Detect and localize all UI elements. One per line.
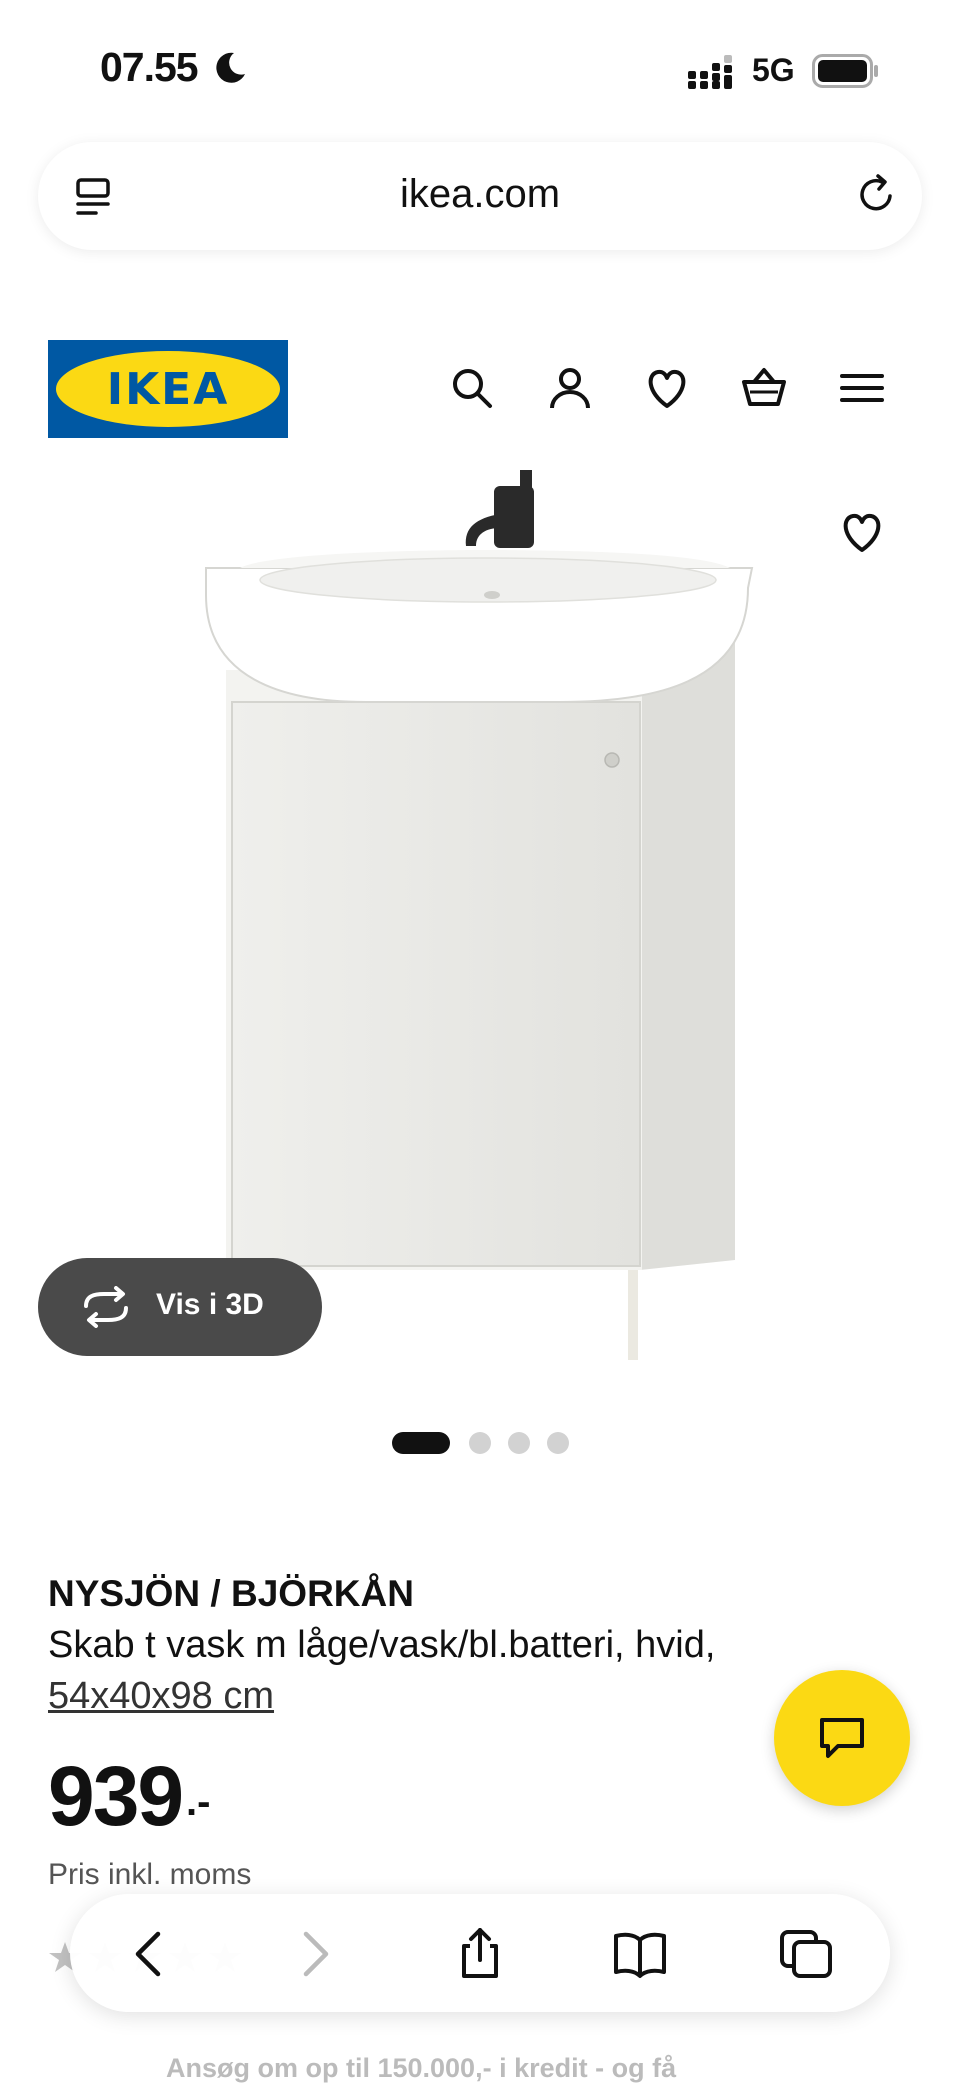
address-bar[interactable]: ikea.com bbox=[38, 142, 922, 250]
carousel-dot[interactable] bbox=[469, 1432, 491, 1454]
share-icon[interactable] bbox=[452, 1928, 508, 1980]
bookmarks-icon[interactable] bbox=[612, 1928, 668, 1980]
chat-button[interactable] bbox=[774, 1670, 910, 1806]
forward-icon[interactable] bbox=[286, 1928, 342, 1980]
product-price-suffix: .- bbox=[186, 1780, 211, 1824]
cart-icon[interactable] bbox=[740, 364, 788, 412]
status-time: 07.55 bbox=[100, 44, 199, 90]
price-note: Pris inkl. moms bbox=[48, 1858, 252, 1891]
product-name: NYSJÖN / BJÖRKÅN bbox=[48, 1573, 414, 1614]
credit-offer-text: Ansøg om op til 150.000,- i kredit - og … bbox=[166, 2053, 677, 2083]
favorite-icon[interactable] bbox=[838, 508, 886, 556]
back-icon[interactable] bbox=[122, 1928, 178, 1980]
browser-toolbar bbox=[70, 1894, 890, 2012]
rotate-3d-icon bbox=[84, 1286, 128, 1328]
signal-icon bbox=[688, 55, 732, 89]
reload-icon[interactable] bbox=[854, 172, 900, 218]
network-label: 5G bbox=[752, 52, 795, 88]
battery-icon bbox=[812, 54, 878, 88]
product-size-link[interactable]: 54x40x98 cm bbox=[48, 1675, 274, 1718]
product-image[interactable] bbox=[0, 470, 960, 1390]
ikea-logo[interactable]: IKEA bbox=[48, 340, 288, 438]
chat-bubble-icon bbox=[820, 1718, 864, 1758]
view-3d-button[interactable]: Vis i 3D bbox=[38, 1258, 322, 1356]
tabs-icon[interactable] bbox=[778, 1928, 834, 1980]
ikea-logo-text: IKEA bbox=[107, 364, 230, 415]
product-description: Skab t vask m låge/vask/bl.batteri, hvid… bbox=[48, 1624, 716, 1666]
carousel-dots[interactable] bbox=[0, 1432, 960, 1454]
moon-icon bbox=[216, 52, 245, 83]
status-bar: 07.55 5G bbox=[0, 0, 960, 140]
carousel-dot-active[interactable] bbox=[392, 1432, 450, 1454]
url-text[interactable]: ikea.com bbox=[38, 172, 922, 217]
search-icon[interactable] bbox=[448, 364, 496, 412]
wishlist-icon[interactable] bbox=[643, 364, 691, 412]
view-3d-label: Vis i 3D bbox=[156, 1288, 264, 1321]
carousel-dot[interactable] bbox=[547, 1432, 569, 1454]
account-icon[interactable] bbox=[546, 364, 594, 412]
product-price: 939 bbox=[48, 1749, 184, 1843]
carousel-dot[interactable] bbox=[508, 1432, 530, 1454]
menu-icon[interactable] bbox=[838, 364, 886, 412]
